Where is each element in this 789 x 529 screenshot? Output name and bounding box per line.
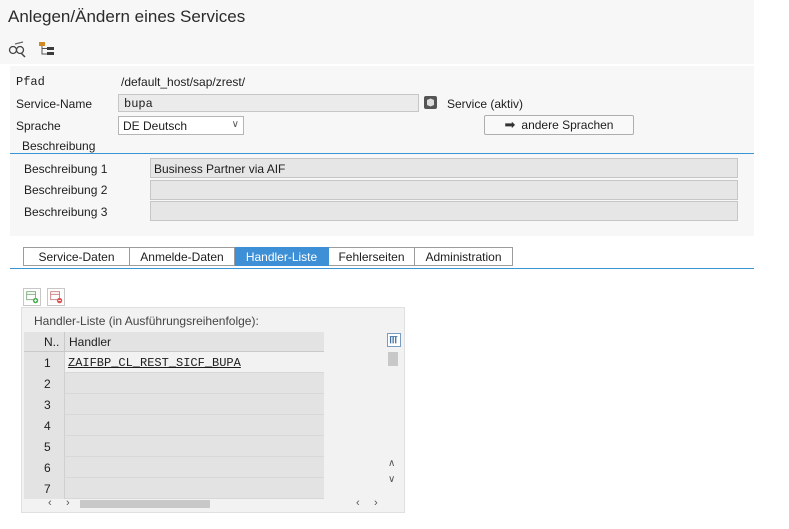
- service-name-label: Service-Name: [16, 97, 93, 111]
- column-header-handler[interactable]: Handler: [64, 332, 324, 352]
- handler-list-title: Handler-Liste (in Ausführungsreihenfolge…: [34, 314, 259, 328]
- display-change-icon[interactable]: [6, 38, 28, 60]
- description-2-field[interactable]: [150, 180, 738, 200]
- scroll-right-icon[interactable]: ›: [66, 497, 70, 509]
- service-name-field[interactable]: bupa: [118, 94, 419, 112]
- arrow-right-icon: ➡: [504, 117, 516, 132]
- insert-row-icon[interactable]: [23, 288, 41, 306]
- description-2-label: Beschreibung 2: [24, 183, 108, 197]
- language-value: DE Deutsch: [123, 119, 188, 133]
- table-row[interactable]: [64, 478, 324, 499]
- service-status: Service (aktiv): [447, 97, 524, 111]
- page-title: Anlegen/Ändern eines Services: [8, 7, 246, 26]
- table-row[interactable]: ZAIFBP_CL_REST_SICF_BUPA: [64, 352, 324, 373]
- table-row[interactable]: [64, 457, 324, 478]
- other-languages-label: andere Sprachen: [521, 118, 614, 132]
- row-num: 3: [44, 398, 51, 412]
- hierarchy-icon[interactable]: [36, 38, 58, 60]
- table-row[interactable]: [64, 394, 324, 415]
- row-selector[interactable]: 1: [24, 352, 64, 373]
- row-num: 4: [44, 419, 51, 433]
- scroll-thumb[interactable]: [388, 352, 398, 366]
- row-selector[interactable]: 4: [24, 415, 64, 436]
- row-selector[interactable]: 5: [24, 436, 64, 457]
- vertical-scrollbar[interactable]: ∧ ∨: [386, 350, 400, 485]
- row-selector[interactable]: 2: [24, 373, 64, 394]
- other-languages-button[interactable]: ➡ andere Sprachen: [484, 115, 634, 135]
- tab-service-daten[interactable]: Service-Daten: [23, 247, 130, 266]
- row-selector[interactable]: 3: [24, 394, 64, 415]
- description-1-field[interactable]: Business Partner via AIF: [150, 158, 738, 178]
- row-num: 1: [44, 356, 51, 370]
- scroll-left-icon[interactable]: ‹: [48, 497, 52, 509]
- tab-anmelde-daten[interactable]: Anmelde-Daten: [130, 247, 235, 266]
- row-num: 6: [44, 461, 51, 475]
- scroll-left-icon[interactable]: ‹: [356, 497, 360, 509]
- table-row[interactable]: [64, 373, 324, 394]
- tab-divider: [10, 268, 754, 269]
- language-select[interactable]: DE Deutsch ∨: [118, 116, 244, 135]
- row-num: 2: [44, 377, 51, 391]
- row-num: 7: [44, 482, 51, 496]
- service-status-icon: [424, 96, 437, 109]
- language-label: Sprache: [16, 119, 61, 133]
- row-num: 5: [44, 440, 51, 454]
- description-section-title: Beschreibung: [22, 139, 96, 153]
- section-divider: [10, 153, 754, 154]
- toolbar: [0, 34, 754, 64]
- horizontal-scrollbar[interactable]: ‹ › ‹ ›: [44, 497, 384, 511]
- scroll-up-icon[interactable]: ∧: [388, 458, 395, 469]
- description-3-label: Beschreibung 3: [24, 205, 108, 219]
- tab-strip: Service-Daten Anmelde-Daten Handler-List…: [23, 247, 513, 266]
- path-label: Pfad: [16, 75, 45, 89]
- handler-value: ZAIFBP_CL_REST_SICF_BUPA: [68, 356, 241, 370]
- hscroll-thumb[interactable]: [80, 500, 210, 508]
- path-value: /default_host/sap/zrest/: [121, 75, 246, 89]
- table-row[interactable]: [64, 415, 324, 436]
- row-selector[interactable]: 7: [24, 478, 64, 499]
- scroll-down-icon[interactable]: ∨: [388, 474, 395, 485]
- tab-administration[interactable]: Administration: [415, 247, 513, 266]
- service-form: Pfad /default_host/sap/zrest/ Service-Na…: [10, 66, 754, 236]
- tab-handler-liste[interactable]: Handler-Liste: [235, 247, 329, 266]
- column-settings-icon[interactable]: [387, 333, 401, 347]
- title-bar: Anlegen/Ändern eines Services: [0, 0, 754, 34]
- description-1-label: Beschreibung 1: [24, 162, 108, 176]
- column-header-num[interactable]: N..: [42, 332, 64, 352]
- delete-row-icon[interactable]: [47, 288, 65, 306]
- tab-fehlerseiten[interactable]: Fehlerseiten: [329, 247, 415, 266]
- description-3-field[interactable]: [150, 201, 738, 221]
- chevron-down-icon: ∨: [231, 119, 239, 130]
- table-row[interactable]: [64, 436, 324, 457]
- scroll-right-icon[interactable]: ›: [374, 497, 378, 509]
- handler-list-panel: Handler-Liste (in Ausführungsreihenfolge…: [21, 307, 405, 513]
- row-selector[interactable]: 6: [24, 457, 64, 478]
